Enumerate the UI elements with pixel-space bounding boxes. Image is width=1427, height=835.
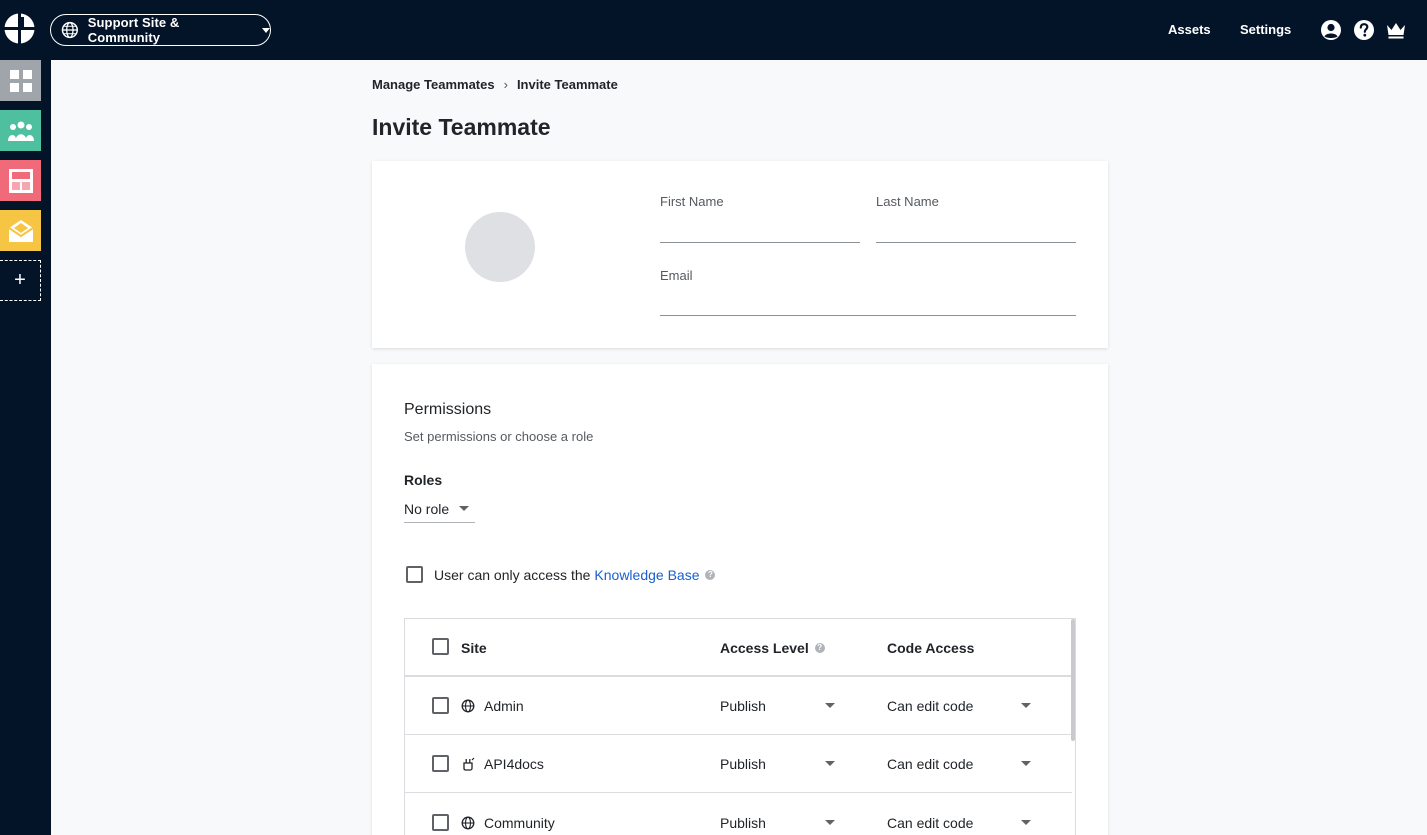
column-header-site[interactable]: Site (461, 638, 487, 657)
table-row: Admin Publish Can edit code (405, 677, 1072, 735)
permissions-subtitle: Set permissions or choose a role (404, 429, 594, 444)
help-icon[interactable]: ? (814, 642, 825, 653)
roles-select-value: No role (404, 500, 450, 517)
first-name-field: First Name (660, 194, 860, 243)
sites-table: Site Access Level ? Code Access Admin Pu… (404, 618, 1076, 835)
breadcrumb-current: Invite Teammate (516, 77, 618, 92)
breadcrumb: Manage Teammates › Invite Teammate (372, 77, 618, 92)
grid-icon (9, 69, 32, 92)
top-bar: Support Site & Community Assets Settings (0, 0, 1427, 60)
first-name-underline (660, 242, 860, 243)
profile-card: First Name Last Name Email (372, 161, 1108, 348)
row-checkbox-cell (432, 697, 449, 714)
chevron-down-icon (825, 761, 835, 766)
access-level-value: Publish (720, 814, 766, 831)
globe-icon (61, 21, 78, 39)
roles-select[interactable]: No role (404, 495, 475, 523)
site-cell: Community (461, 813, 555, 832)
table-row: API4docs Publish Can edit code (405, 735, 1072, 793)
last-name-label: Last Name (876, 194, 939, 209)
select-all-cell (432, 638, 449, 655)
code-access-select[interactable]: Can edit code (887, 696, 1031, 715)
site-cell: Admin (461, 696, 524, 715)
app-logo-icon[interactable] (4, 13, 35, 44)
email-input[interactable] (660, 292, 1076, 314)
row-checkbox-cell (432, 814, 449, 831)
access-level-value: Publish (720, 755, 766, 772)
kb-only-text: User can only access the (434, 566, 591, 583)
site-switcher-label: Support Site & Community (87, 15, 180, 45)
access-level-select[interactable]: Publish (720, 696, 835, 715)
chevron-down-icon (1021, 761, 1031, 766)
row-checkbox-cell (432, 755, 449, 772)
mail-icon (7, 219, 34, 242)
code-access-select[interactable]: Can edit code (887, 754, 1031, 773)
site-switcher[interactable]: Support Site & Community (50, 14, 271, 46)
table-header: Site Access Level ? Code Access (405, 619, 1072, 677)
table-scrollbar[interactable] (1071, 619, 1075, 741)
permissions-card: Permissions Set permissions or choose a … (372, 364, 1108, 835)
access-level-value: Publish (720, 697, 766, 714)
email-underline (660, 315, 1076, 316)
rail-dashboard[interactable] (0, 60, 41, 101)
last-name-field: Last Name (876, 194, 1076, 243)
layout-icon (8, 168, 33, 193)
code-access-value: Can edit code (887, 755, 974, 772)
avatar[interactable] (465, 212, 535, 282)
help-icon[interactable] (1353, 19, 1375, 41)
last-name-input[interactable] (876, 218, 1076, 240)
nav-assets[interactable]: Assets (1168, 22, 1211, 37)
page-title: Invite Teammate (372, 114, 551, 140)
site-cell: API4docs (461, 754, 544, 773)
column-header-code-access[interactable]: Code Access (887, 638, 974, 657)
globe-icon (461, 699, 475, 712)
kb-only-row: User can only access the Knowledge Base … (406, 566, 716, 583)
chevron-down-icon (825, 703, 835, 708)
row-checkbox[interactable] (432, 755, 449, 772)
account-icon[interactable] (1320, 19, 1342, 41)
crown-icon[interactable] (1385, 19, 1407, 41)
rail-mail[interactable] (0, 210, 41, 251)
first-name-input[interactable] (660, 218, 860, 240)
people-icon (7, 121, 34, 141)
first-name-label: First Name (660, 194, 724, 209)
row-checkbox[interactable] (432, 697, 449, 714)
access-level-label: Access Level (720, 639, 809, 656)
help-icon[interactable]: ? (705, 569, 716, 580)
email-label: Email (660, 268, 693, 283)
nav-settings[interactable]: Settings (1240, 22, 1291, 37)
breadcrumb-separator: › (503, 77, 508, 92)
api-icon (463, 757, 475, 771)
roles-label: Roles (404, 472, 443, 488)
kb-only-checkbox[interactable] (406, 566, 423, 583)
access-level-select[interactable]: Publish (720, 754, 835, 773)
left-rail: + (0, 60, 51, 835)
row-checkbox[interactable] (432, 814, 449, 831)
permissions-title: Permissions (404, 401, 492, 418)
chevron-down-icon (1021, 820, 1031, 825)
chevron-down-icon (459, 506, 469, 511)
rail-layout[interactable] (0, 160, 41, 201)
email-field: Email (660, 268, 1076, 316)
rail-teammates[interactable] (0, 110, 41, 151)
site-name: Community (484, 814, 555, 831)
knowledge-base-link[interactable]: Knowledge Base (594, 567, 699, 583)
chevron-down-icon (262, 27, 270, 33)
site-name: Admin (484, 697, 524, 714)
site-name: API4docs (484, 755, 544, 772)
last-name-underline (876, 242, 1076, 243)
chevron-down-icon (1021, 703, 1031, 708)
access-level-select[interactable]: Publish (720, 813, 835, 832)
breadcrumb-manage-teammates[interactable]: Manage Teammates (372, 77, 495, 92)
chevron-down-icon (825, 820, 835, 825)
code-access-select[interactable]: Can edit code (887, 813, 1031, 832)
rail-add-button[interactable]: + (0, 260, 41, 301)
globe-icon (461, 816, 475, 829)
code-access-value: Can edit code (887, 814, 974, 831)
code-access-value: Can edit code (887, 697, 974, 714)
table-row: Community Publish Can edit code (405, 794, 1072, 835)
column-header-access-level[interactable]: Access Level ? (720, 638, 825, 657)
select-all-checkbox[interactable] (432, 638, 449, 655)
